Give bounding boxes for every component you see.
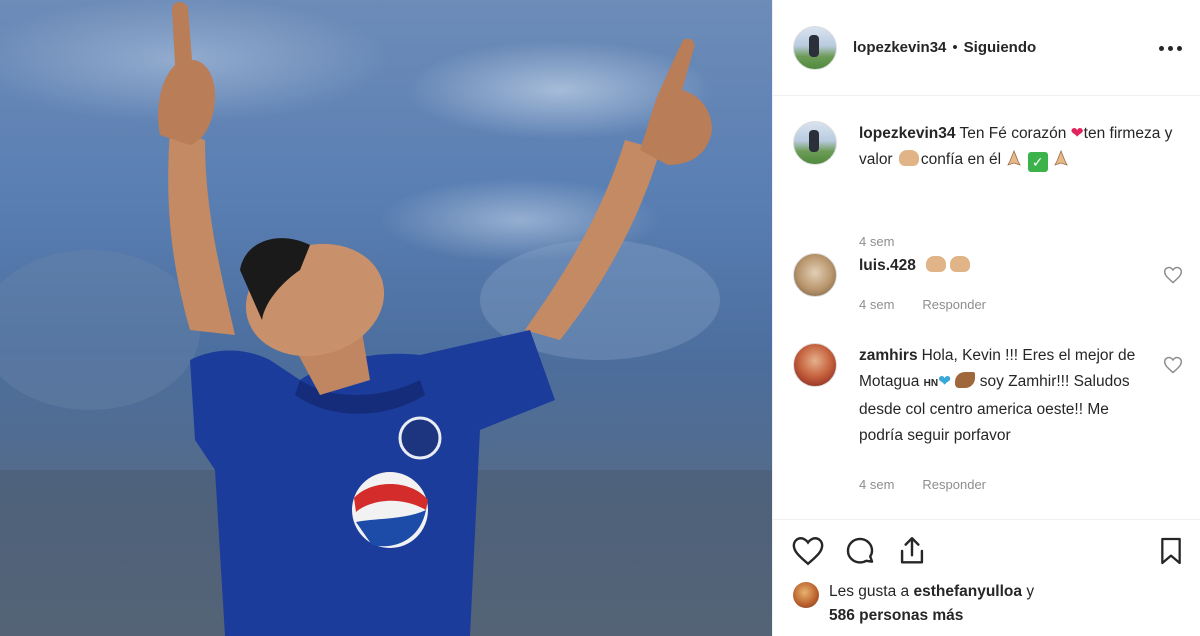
- commenter-avatar[interactable]: [793, 343, 837, 387]
- caption-time[interactable]: 4 sem: [859, 234, 894, 249]
- bookmark-icon[interactable]: [1155, 534, 1187, 568]
- caption-text-1: Ten Fé corazón: [959, 125, 1067, 142]
- more-options-icon[interactable]: [1156, 38, 1184, 58]
- reply-button[interactable]: Responder: [922, 297, 986, 312]
- comment-meta: 4 sem Responder: [859, 297, 986, 312]
- reply-button[interactable]: Responder: [922, 477, 986, 492]
- likes-summary: Les gusta a esthefanyulloa y 586 persona…: [793, 580, 1034, 628]
- comment-item: zamhirs Hola, Kevin !!! Eres el mejor de …: [793, 343, 1183, 503]
- caption-text-3: confía en él: [920, 151, 1002, 168]
- author-avatar[interactable]: [793, 25, 837, 70]
- heart-icon[interactable]: [1163, 265, 1183, 285]
- heart-icon[interactable]: [791, 534, 825, 568]
- likes-mid: y: [1026, 583, 1035, 600]
- check-icon: ✓: [1027, 152, 1048, 172]
- caption-text: lopezkevin34 Ten Fé corazón ❤ten firmeza …: [859, 121, 1173, 173]
- blue-heart-emoji: ❤: [938, 373, 952, 390]
- commenter-username[interactable]: zamhirs: [859, 347, 918, 364]
- comment-time[interactable]: 4 sem: [859, 297, 894, 312]
- likes-text: Les gusta a esthefanyulloa y 586 persona…: [829, 580, 1034, 628]
- comment-item: luis.428 4 sem Responder: [793, 253, 1183, 323]
- caption-author-avatar[interactable]: [793, 121, 837, 165]
- action-icons: [791, 534, 929, 568]
- comments-list[interactable]: lopezkevin34 Ten Fé corazón ❤ten firmeza …: [773, 97, 1200, 519]
- follow-status-button[interactable]: Siguiendo: [964, 39, 1037, 56]
- hn-flag-emoji: HN: [923, 378, 939, 389]
- player-illustration: [0, 2, 772, 636]
- comment-text: zamhirs Hola, Kevin !!! Eres el mejor de …: [859, 343, 1143, 449]
- commenter-avatar[interactable]: [793, 253, 837, 297]
- comment-time[interactable]: 4 sem: [859, 477, 894, 492]
- likes-prefix: Les gusta a: [829, 583, 910, 600]
- praying-hands-emoji: [1054, 149, 1068, 166]
- post-header: lopezkevin34 • Siguiendo: [773, 0, 1200, 96]
- likes-count-link[interactable]: 586 personas más: [829, 607, 963, 624]
- liker-username[interactable]: esthefanyulloa: [913, 583, 1022, 600]
- comment-icon[interactable]: [843, 534, 877, 568]
- flexed-arm-emoji: [926, 256, 947, 272]
- eagle-emoji: [955, 372, 976, 388]
- action-bar: Les gusta a esthefanyulloa y 586 persona…: [773, 519, 1200, 636]
- caption-meta: 4 sem: [859, 234, 894, 249]
- praying-hands-emoji: [1007, 149, 1022, 166]
- flexed-arm-emoji: [898, 150, 919, 166]
- post-photo[interactable]: [0, 0, 772, 636]
- liker-avatar[interactable]: [793, 582, 819, 608]
- commenter-username[interactable]: luis.428: [859, 257, 916, 274]
- red-heart-emoji: ❤: [1070, 125, 1084, 142]
- heart-icon[interactable]: [1163, 355, 1183, 375]
- comment-text: luis.428: [859, 253, 1143, 279]
- share-icon[interactable]: [895, 534, 929, 568]
- caption-username[interactable]: lopezkevin34: [859, 125, 956, 142]
- author-username[interactable]: lopezkevin34: [853, 39, 946, 56]
- header-separator: •: [952, 39, 958, 56]
- post-side-panel: lopezkevin34 • Siguiendo lopezkevin34 Ten…: [772, 0, 1200, 636]
- flexed-arm-emoji: [950, 256, 971, 272]
- caption: lopezkevin34 Ten Fé corazón ❤ten firmeza …: [793, 121, 1183, 249]
- comment-meta: 4 sem Responder: [859, 477, 986, 492]
